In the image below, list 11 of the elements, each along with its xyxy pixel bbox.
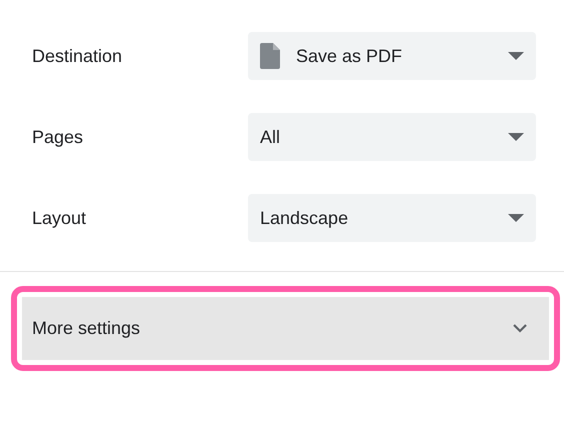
dropdown[interactable]: Landscape bbox=[248, 194, 536, 242]
setting-label: Layout bbox=[32, 208, 88, 228]
dropdown[interactable]: Save as PDF bbox=[248, 32, 536, 80]
dropdown-arrow-icon bbox=[508, 52, 524, 60]
dropdown-arrow-icon bbox=[508, 214, 524, 222]
dropdown-arrow-icon bbox=[508, 133, 524, 141]
more-settings-button[interactable]: More settings bbox=[22, 297, 549, 360]
setting-label: Destination bbox=[32, 46, 124, 66]
dropdown[interactable]: All bbox=[248, 113, 536, 161]
setting-label: Pages bbox=[32, 126, 84, 148]
document-icon bbox=[260, 43, 280, 69]
